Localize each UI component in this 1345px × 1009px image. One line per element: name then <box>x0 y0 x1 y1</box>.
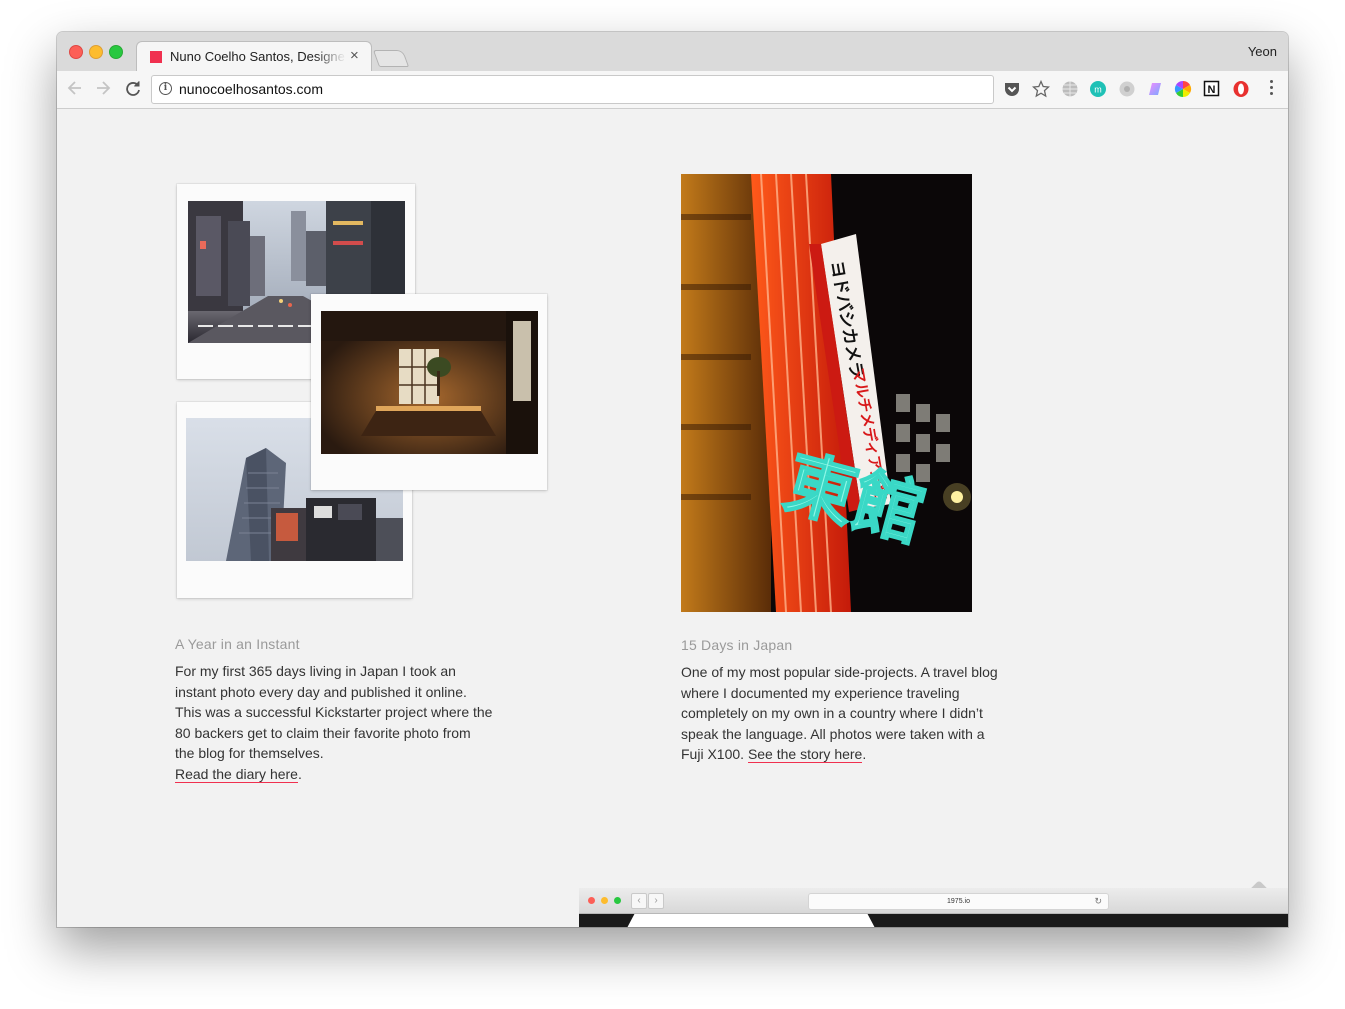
preview-zoom-dot <box>614 897 621 904</box>
favicon-icon <box>150 51 162 63</box>
profile-name[interactable]: Yeon <box>1248 44 1277 59</box>
address-bar[interactable]: i nunocoelhosantos.com <box>151 75 994 104</box>
minimize-window-button[interactable] <box>89 45 103 59</box>
reload-icon[interactable] <box>124 77 142 105</box>
link-period: . <box>297 765 302 782</box>
project-2-heading: 15 Days in Japan <box>681 637 793 653</box>
site-info-icon[interactable]: i <box>159 82 172 95</box>
neon-sign-photo[interactable]: ヨドバシカメラ マルチメディア東館 東館 <box>681 174 972 612</box>
svg-text:m: m <box>1094 85 1102 95</box>
browser-tab[interactable]: Nuno Coelho Santos, Designer × <box>136 41 372 72</box>
page-content: A Year in an Instant For my first 365 da… <box>57 109 1288 927</box>
project-1-body: For my first 365 days living in Japan I … <box>175 663 493 761</box>
svg-text:N: N <box>1208 84 1216 96</box>
notion-extension-icon[interactable]: N <box>1203 80 1221 98</box>
tab-strip: Nuno Coelho Santos, Designer × Yeon <box>57 32 1288 72</box>
see-story-link[interactable]: See the story here <box>747 746 863 763</box>
preview-url-bar: 1975.io ↻ <box>808 893 1109 910</box>
room-photo <box>321 311 538 454</box>
close-window-button[interactable] <box>69 45 83 59</box>
preview-minimize-dot <box>601 897 608 904</box>
link-period: . <box>862 746 867 762</box>
preview-forward-icon: › <box>648 893 664 909</box>
new-tab-button[interactable] <box>372 50 410 67</box>
preview-close-dot <box>588 897 595 904</box>
url-text: nunocoelhosantos.com <box>179 81 323 97</box>
preview-back-icon: ‹ <box>631 893 647 909</box>
preview-url-text: 1975.io <box>947 898 970 905</box>
browser-window: Nuno Coelho Santos, Designer × Yeon i nu… <box>57 32 1288 927</box>
project-1-heading: A Year in an Instant <box>175 636 300 652</box>
back-icon[interactable] <box>67 77 83 104</box>
preview-browser-bar: ‹ › 1975.io ↻ <box>579 888 1288 914</box>
next-project-preview[interactable]: ‹ › 1975.io ↻ <box>579 888 1288 927</box>
zoom-window-button[interactable] <box>109 45 123 59</box>
preview-white-shape <box>627 914 875 927</box>
project-2-description: One of my most popular side-projects. A … <box>681 662 999 765</box>
tab-title: Nuno Coelho Santos, Designer <box>170 49 346 64</box>
opera-extension-icon[interactable] <box>1232 80 1250 98</box>
forward-icon[interactable] <box>95 77 111 104</box>
toolbar: i nunocoelhosantos.com m N <box>57 71 1288 109</box>
gradient-extension-icon[interactable] <box>1146 80 1164 98</box>
pocket-icon[interactable] <box>1003 80 1021 98</box>
close-tab-icon[interactable]: × <box>350 47 359 65</box>
polaroid-room <box>311 294 547 490</box>
mercury-extension-icon[interactable]: m <box>1089 80 1107 98</box>
menu-icon[interactable] <box>1270 80 1274 98</box>
preview-reload-icon: ↻ <box>1094 896 1102 906</box>
color-wheel-extension-icon[interactable] <box>1174 80 1192 98</box>
grey-extension-icon[interactable] <box>1118 80 1136 98</box>
globe-extension-icon[interactable] <box>1061 80 1079 98</box>
read-diary-link[interactable]: Read the diary here <box>175 765 298 783</box>
project-1-description: For my first 365 days living in Japan I … <box>175 661 493 784</box>
bookmark-star-icon[interactable] <box>1032 80 1050 98</box>
